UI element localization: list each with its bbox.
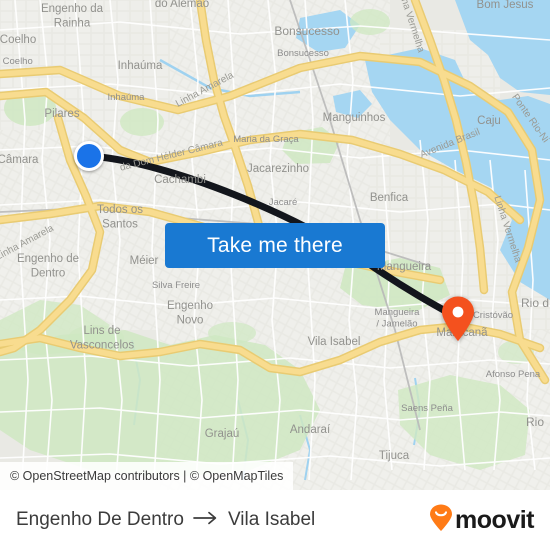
map-label: do Alemão [155, 0, 209, 10]
moovit-trip-map-card: Engenho da Rainha do Alemão Bom Jesus Bonsuc… [0, 0, 550, 550]
moovit-pin-icon [429, 504, 453, 537]
map-label: Manguinhos [323, 112, 386, 124]
arrow-right-icon [193, 509, 219, 531]
map-label: Rio [526, 415, 544, 429]
destination-marker[interactable] [441, 296, 475, 342]
map-label: Jacarezinho [247, 163, 309, 175]
map-label: Rio d [521, 296, 549, 310]
moovit-logo: moovit [429, 504, 534, 537]
route-summary: Engenho De Dentro Vila Isabel [16, 509, 315, 531]
map-label: Câmara [0, 154, 39, 166]
map-label: Andaraí [290, 424, 331, 436]
map-label: Bom Jesus [477, 0, 534, 11]
map-label: Jacaré [269, 197, 298, 208]
map-label: Saens Peña [401, 403, 453, 414]
map-label: Pilares [44, 108, 79, 120]
map-label: Silva Freire [152, 280, 200, 291]
map-label: Afonso Pena [486, 369, 541, 380]
map-label: Bonsucesso [274, 24, 340, 38]
attribution-text: © OpenStreetMap contributors | © OpenMap… [10, 469, 284, 483]
map-label: s Coelho [0, 56, 33, 67]
map-label: Cristóvão [473, 310, 513, 321]
footer-bar: Engenho De Dentro Vila Isabel moovit [0, 490, 550, 550]
map-label: Grajaú [205, 428, 240, 440]
map-label: Inhaúma [118, 60, 163, 72]
route-origin-label: Engenho De Dentro [16, 509, 184, 530]
pin-shape [442, 296, 474, 341]
map-attribution: © OpenStreetMap contributors | © OpenMap… [0, 462, 294, 490]
map-label: Méier [130, 255, 159, 267]
map-label: Mangueira / Jamelão [375, 307, 421, 330]
map-label: Coelho [0, 34, 36, 46]
map-label: Cachambi [154, 174, 206, 186]
map-label: Mangueira [377, 261, 432, 273]
map-label: Inhaúma [108, 92, 146, 103]
pin-inner-dot [452, 306, 464, 318]
take-me-there-button[interactable]: Take me there [165, 223, 385, 268]
map-label: Caju [477, 115, 501, 127]
map-label: Tijuca [379, 450, 410, 462]
map-label: Bonsucesso [277, 48, 329, 59]
map-canvas[interactable]: Engenho da Rainha do Alemão Bom Jesus Bonsuc… [0, 0, 550, 490]
route-destination-label: Vila Isabel [227, 509, 316, 530]
moovit-wordmark: moovit [455, 505, 534, 534]
origin-marker[interactable] [74, 141, 104, 171]
map-label: Maria da Graça [233, 134, 299, 145]
map-label: Vila Isabel [308, 336, 361, 348]
map-label: Benfica [370, 192, 409, 204]
